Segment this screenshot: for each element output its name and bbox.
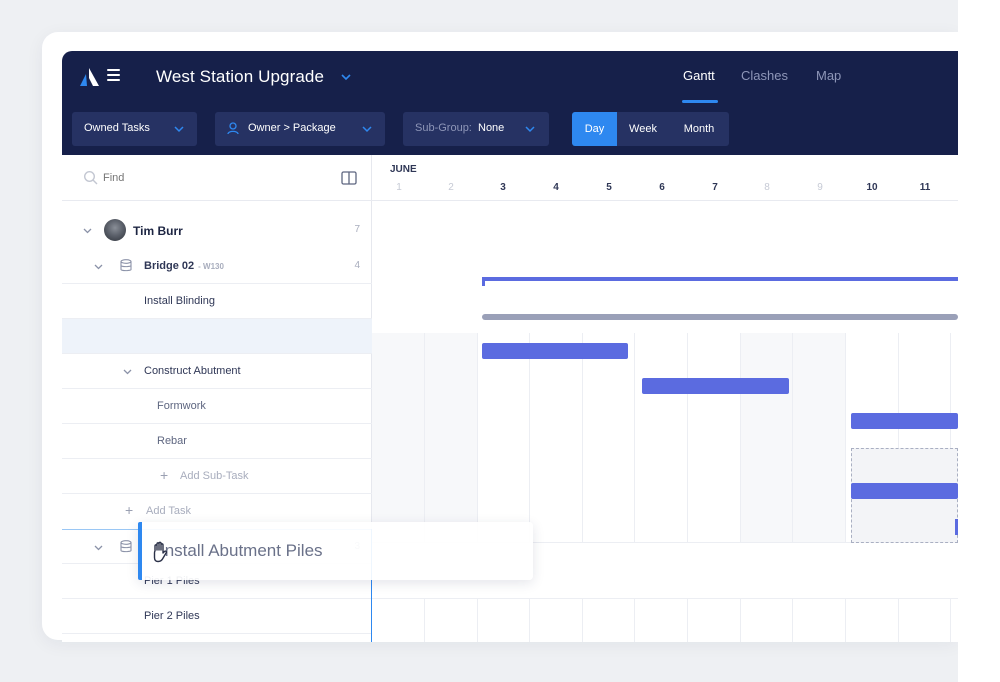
plus-icon: + — [125, 502, 134, 518]
subtask-row[interactable]: Rebar — [62, 424, 372, 459]
day-label: 7 — [712, 182, 718, 193]
package-icon — [120, 540, 132, 553]
day-label: 4 — [553, 182, 559, 193]
timeline-grid — [372, 333, 958, 543]
chevron-down-icon — [362, 126, 372, 133]
subtask-row[interactable]: Formwork — [62, 389, 372, 424]
group-row[interactable]: Bridge 02- W130 4 — [62, 249, 372, 284]
add-subtask-row[interactable]: + Add Sub-Task — [62, 459, 372, 494]
subtask-bar[interactable] — [955, 519, 958, 535]
chevron-down-icon — [174, 126, 184, 133]
day-label: 10 — [866, 182, 878, 193]
add-subtask-label: Add Sub-Task — [180, 470, 249, 482]
day-label: 8 — [764, 182, 770, 193]
day-label: 6 — [659, 182, 665, 193]
avatar — [104, 219, 126, 241]
grab-hand-icon — [153, 541, 168, 563]
group-label: Bridge 02- W130 — [144, 260, 224, 272]
task-bar[interactable] — [482, 343, 628, 359]
group-code: - W130 — [198, 262, 224, 271]
owner-summary-bar[interactable] — [482, 277, 958, 281]
view-month-button[interactable]: Month — [669, 112, 729, 146]
hamburger-icon[interactable] — [107, 69, 120, 81]
chevron-down-icon[interactable] — [339, 70, 353, 84]
search-bar — [62, 155, 372, 201]
task-row[interactable]: Pier 2 Piles — [62, 599, 372, 634]
group-name: Bridge 02 — [144, 260, 195, 272]
chevron-down-icon[interactable] — [93, 542, 104, 553]
search-icon — [83, 170, 98, 185]
owned-tasks-label: Owned Tasks — [84, 122, 150, 134]
chevron-down-icon[interactable] — [93, 261, 104, 272]
timeline-header: JUNE 1 2 3 4 5 6 7 8 9 10 11 — [372, 155, 958, 201]
right-edge — [958, 0, 1000, 682]
timeline-grid-lower — [372, 598, 958, 642]
add-task-label: Add Task — [146, 505, 192, 517]
columns-icon[interactable] — [341, 171, 357, 185]
task-bar[interactable] — [851, 413, 958, 429]
subgroup-prefix: Sub-Group: — [415, 122, 472, 134]
toolbar: Owned Tasks Owner > Package Sub-Group: N… — [62, 103, 958, 155]
subtask-label: Rebar — [157, 435, 187, 447]
day-label: 3 — [500, 182, 506, 193]
tab-map[interactable]: Map — [816, 68, 841, 83]
day-label: 11 — [919, 182, 931, 193]
brand-logo[interactable] — [78, 67, 100, 87]
tab-gantt[interactable]: Gantt — [683, 68, 715, 83]
day-label: 5 — [606, 182, 612, 193]
day-label: 1 — [396, 182, 402, 193]
view-mode-toggle: Day Week Month — [572, 112, 729, 146]
task-bar[interactable] — [642, 378, 789, 394]
subtask-label: Formwork — [157, 400, 206, 412]
task-label: Pier 2 Piles — [144, 610, 200, 622]
task-row[interactable]: Construct Abutment — [62, 354, 372, 389]
drop-placeholder-row — [62, 319, 372, 354]
tab-clashes[interactable]: Clashes — [741, 68, 788, 83]
search-input[interactable] — [103, 167, 303, 189]
drag-ghost[interactable]: Install Abutment Piles — [138, 522, 533, 580]
day-label: 9 — [817, 182, 823, 193]
day-label: 2 — [448, 182, 454, 193]
chevron-down-icon — [525, 126, 535, 133]
top-nav-bar: West Station Upgrade Gantt Clashes Map — [62, 51, 958, 103]
task-label: Construct Abutment — [144, 365, 241, 377]
summary-bar-cap — [482, 277, 485, 286]
owner-package-dropdown[interactable]: Owner > Package — [215, 112, 385, 146]
owner-row[interactable]: Tim Burr 7 — [62, 213, 372, 248]
task-count: 4 — [354, 260, 360, 271]
drag-ghost-label: Install Abutment Piles — [160, 541, 323, 560]
person-icon — [227, 122, 239, 135]
task-count: 7 — [354, 224, 360, 235]
subgroup-dropdown[interactable]: Sub-Group: None — [403, 112, 549, 146]
project-title[interactable]: West Station Upgrade — [156, 67, 324, 87]
subgroup-value: None — [478, 122, 505, 134]
subtask-bar[interactable] — [851, 483, 958, 499]
view-day-button[interactable]: Day — [572, 112, 617, 146]
owner-name: Tim Burr — [133, 224, 183, 238]
group-summary-bar[interactable] — [482, 314, 958, 320]
chevron-down-icon[interactable] — [82, 225, 93, 236]
chevron-down-icon[interactable] — [122, 366, 133, 377]
owner-package-label: Owner > Package — [248, 122, 336, 134]
owned-tasks-dropdown[interactable]: Owned Tasks — [72, 112, 197, 146]
task-row[interactable]: Install Blinding — [62, 284, 372, 319]
month-label: JUNE — [390, 164, 417, 175]
drag-ghost-stripe — [138, 522, 142, 580]
plus-icon: + — [160, 467, 169, 483]
package-icon — [120, 259, 132, 272]
task-label: Install Blinding — [144, 295, 215, 307]
view-week-button[interactable]: Week — [617, 112, 669, 146]
